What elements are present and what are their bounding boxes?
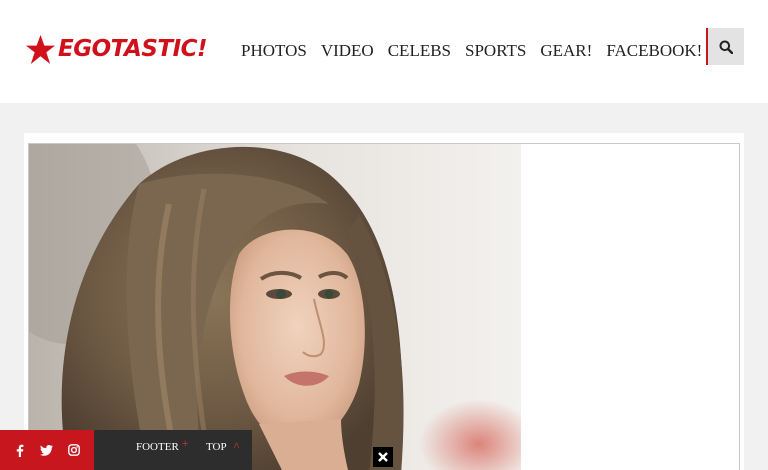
back-to-top[interactable]: TOP ^ xyxy=(206,439,239,454)
nav-celebs[interactable]: CELEBS xyxy=(388,40,451,62)
article-card xyxy=(24,133,744,470)
search-icon xyxy=(719,40,733,54)
nav-photos[interactable]: PHOTOS xyxy=(241,40,307,62)
nav-gear[interactable]: GEAR! xyxy=(540,40,592,62)
main-nav: PHOTOS VIDEO CELEBS SPORTS GEAR! FACEBOO… xyxy=(241,40,716,62)
portrait-photo[interactable] xyxy=(29,144,521,470)
footer-toggle[interactable]: FOOTER + xyxy=(136,436,189,454)
footer-label: FOOTER xyxy=(136,441,179,453)
facebook-icon[interactable] xyxy=(10,440,30,460)
logo-text: EGOTASTIC! xyxy=(58,36,208,62)
footer-bar: FOOTER + TOP ^ xyxy=(94,430,252,470)
site-header: EGOTASTIC! PHOTOS VIDEO CELEBS SPORTS GE… xyxy=(0,0,768,103)
nav-sports[interactable]: SPORTS xyxy=(465,40,526,62)
close-ad-button[interactable] xyxy=(373,447,393,467)
gallery-frame xyxy=(28,143,740,470)
star-icon xyxy=(25,34,56,64)
twitter-icon[interactable] xyxy=(37,440,57,460)
social-share-bar xyxy=(0,430,94,470)
nav-video[interactable]: VIDEO xyxy=(321,40,374,62)
plus-icon: + xyxy=(181,436,189,450)
chevron-up-icon: ^ xyxy=(233,439,240,453)
close-icon xyxy=(378,452,388,462)
search-button[interactable] xyxy=(706,28,744,65)
nav-facebook[interactable]: FACEBOOK! xyxy=(606,40,702,62)
top-label: TOP xyxy=(206,441,227,453)
portrait-image xyxy=(29,144,521,470)
instagram-icon[interactable] xyxy=(64,440,84,460)
site-logo[interactable]: EGOTASTIC! xyxy=(25,33,208,65)
